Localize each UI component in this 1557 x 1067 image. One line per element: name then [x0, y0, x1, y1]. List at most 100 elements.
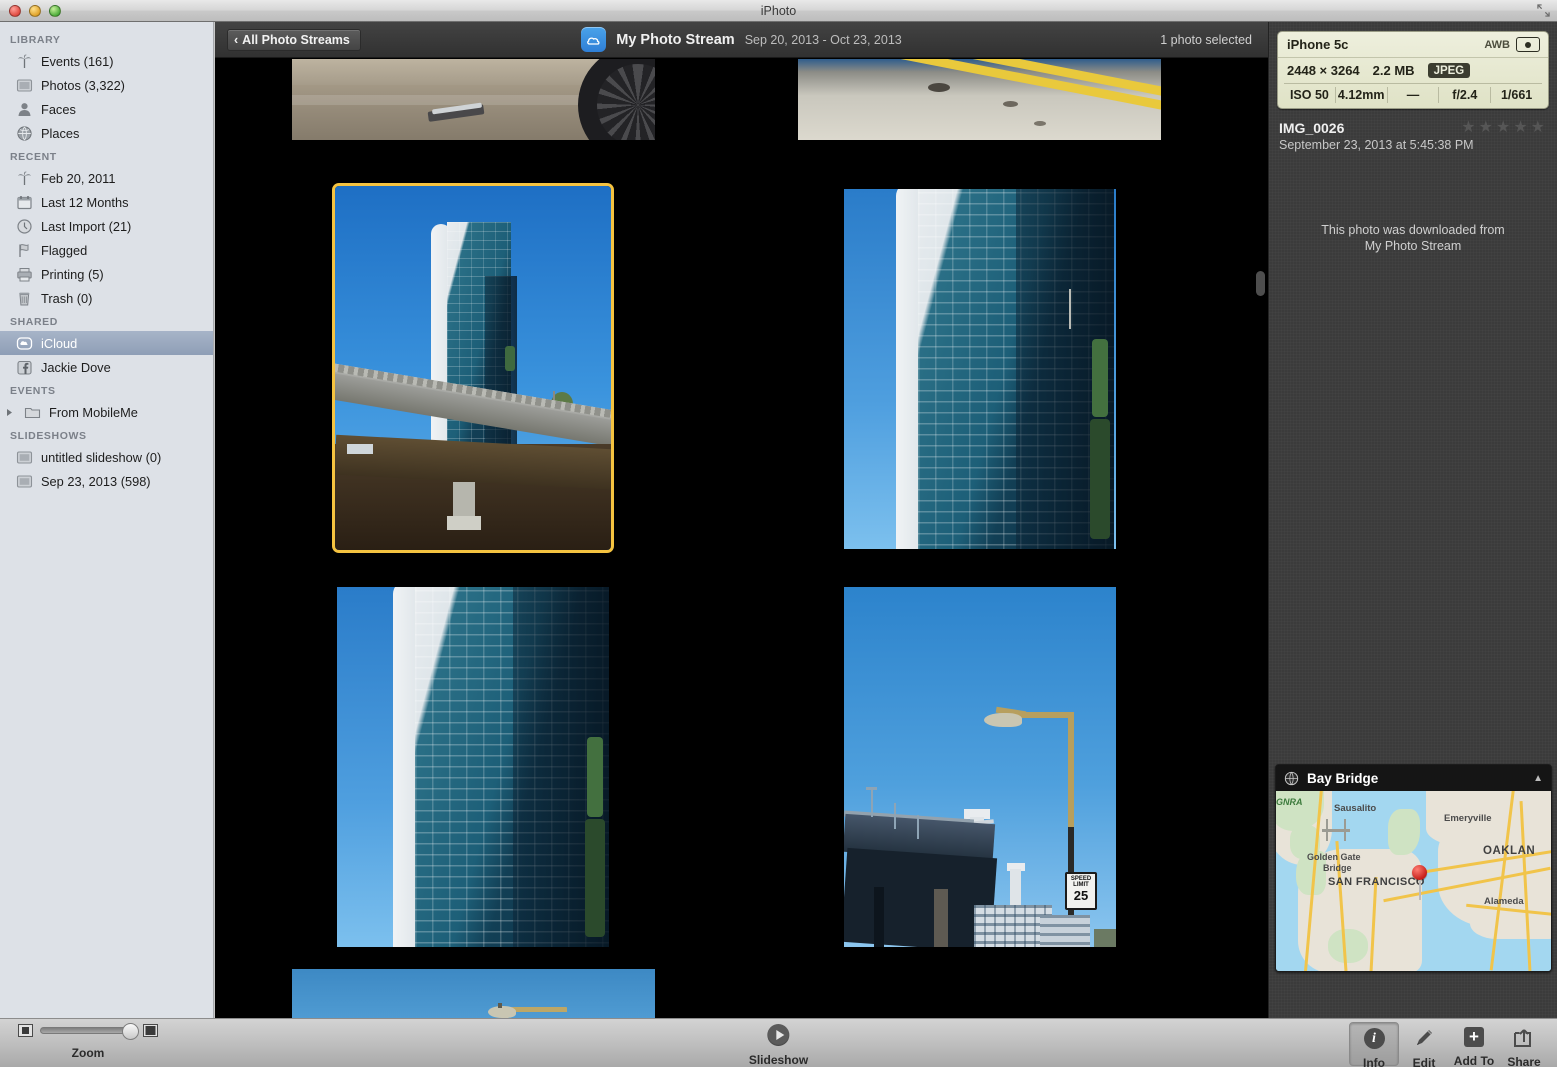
pin-needle: [1418, 880, 1421, 900]
exif-file-row: 2448 × 3264 2.2 MB JPEG: [1278, 58, 1548, 83]
scrollbar-thumb[interactable]: [1256, 271, 1265, 296]
sidebar-group-library: LIBRARY: [10, 34, 61, 46]
star-5[interactable]: ★: [1531, 120, 1545, 136]
sidebar-item-label: Photos (3,322): [41, 77, 125, 93]
edit-button-label: Edit: [1412, 1056, 1436, 1067]
exif-card: iPhone 5c AWB 2448 × 3264 2.2 MB JPEG IS…: [1277, 31, 1549, 109]
sidebar-group-events: EVENTS: [10, 385, 56, 397]
map-canvas[interactable]: GNRA Sausalito Emeryville OAKLAN Golden …: [1276, 791, 1551, 971]
plus-icon: +: [1464, 1027, 1484, 1047]
pencil-icon: [1413, 1027, 1435, 1049]
fullscreen-icon[interactable]: [1537, 4, 1550, 17]
share-button-label: Share: [1507, 1055, 1541, 1067]
star-rating[interactable]: ★ ★ ★ ★ ★: [1461, 120, 1545, 136]
sidebar[interactable]: LIBRARY Events (161) Photos (3,322) Face…: [0, 22, 214, 1018]
person-icon: [18, 102, 31, 116]
stream-date-range: Sep 20, 2013 - Oct 23, 2013: [744, 32, 902, 47]
sidebar-group-recent: RECENT: [10, 151, 57, 163]
photo-thumb-car-side-detail[interactable]: [292, 59, 655, 140]
sidebar-item-last-import[interactable]: Last Import (21): [0, 214, 213, 238]
icloud-icon: [16, 336, 33, 350]
sidebar-item-flagged[interactable]: Flagged: [0, 238, 213, 262]
photo-filename[interactable]: IMG_0026: [1279, 120, 1344, 136]
sidebar-group-shared: SHARED: [10, 316, 58, 328]
flag-icon: [19, 243, 29, 257]
photo-thumb-tower-closeup-right[interactable]: [844, 189, 1116, 549]
photo-thumb-tower-closeup-left[interactable]: [337, 587, 609, 947]
back-button-label: All Photo Streams: [242, 32, 350, 47]
photo-frame-icon: [16, 78, 33, 92]
zoom-slider-knob[interactable]: [122, 1022, 139, 1040]
info-button[interactable]: i Info: [1349, 1022, 1399, 1067]
zoom-control[interactable]: Zoom: [18, 1022, 158, 1060]
stream-toolbar: ‹ All Photo Streams My Photo Stream Sep …: [215, 22, 1268, 58]
exif-focal-length: 4.12mm: [1336, 87, 1388, 103]
sidebar-item-trash[interactable]: Trash (0): [0, 286, 213, 310]
add-to-button[interactable]: + Add To: [1449, 1022, 1499, 1067]
sidebar-item-from-mobileme[interactable]: From MobileMe: [0, 400, 213, 424]
white-balance-label: AWB: [1484, 38, 1510, 51]
sidebar-item-label: Jackie Dove: [41, 359, 111, 375]
download-note: This photo was downloaded from My Photo …: [1269, 222, 1557, 254]
photo-thumb-bay-bridge-streetlamp[interactable]: SPEED LIMIT 25: [844, 587, 1116, 947]
edit-button[interactable]: Edit: [1399, 1022, 1449, 1067]
star-3[interactable]: ★: [1496, 120, 1510, 136]
sidebar-item-sep-23-2013[interactable]: Sep 23, 2013 (598): [0, 469, 213, 493]
map-label-golden-gate: Golden Gate: [1307, 852, 1361, 862]
printer-icon: [17, 267, 32, 281]
location-map-panel[interactable]: Bay Bridge ▲ GNRA Sausalito Emeryville O…: [1275, 764, 1552, 972]
sidebar-item-label: Places: [41, 125, 80, 141]
chevron-up-icon[interactable]: ▲: [1533, 773, 1543, 784]
window-title: iPhoto: [760, 3, 797, 18]
sidebar-item-events[interactable]: Events (161): [0, 49, 213, 73]
map-label-san-francisco: SAN FRANCISCO: [1328, 876, 1425, 888]
sidebar-item-faces[interactable]: Faces: [0, 97, 213, 121]
sidebar-item-label: Printing (5): [41, 266, 104, 282]
sidebar-item-printing[interactable]: Printing (5): [0, 262, 213, 286]
sidebar-item-label: Flagged: [41, 242, 88, 258]
slideshow-button[interactable]: Slideshow: [749, 1024, 808, 1067]
exif-camera-row: iPhone 5c AWB: [1278, 32, 1548, 58]
slideshow-icon: [16, 474, 33, 488]
exif-exposure-bias: —: [1388, 87, 1440, 103]
star-2[interactable]: ★: [1479, 120, 1493, 136]
file-size: 2.2 MB: [1372, 63, 1415, 78]
all-photo-streams-back-button[interactable]: ‹ All Photo Streams: [227, 28, 361, 51]
large-thumbnail-icon[interactable]: [143, 1024, 158, 1037]
sidebar-item-label: Sep 23, 2013 (598): [41, 473, 151, 489]
calendar-icon: [17, 195, 32, 209]
folder-icon: [24, 407, 41, 418]
photo-title-row: IMG_0026 ★ ★ ★ ★ ★: [1269, 109, 1557, 137]
share-button[interactable]: Share: [1499, 1022, 1549, 1067]
star-1[interactable]: ★: [1461, 120, 1475, 136]
pin-head-icon: [1412, 865, 1427, 880]
chevron-left-icon: ‹: [234, 32, 239, 47]
camera-model: iPhone 5c: [1287, 37, 1349, 52]
info-button-label: Info: [1363, 1056, 1385, 1067]
exif-aperture: f/2.4: [1439, 87, 1492, 103]
disclosure-triangle-icon[interactable]: [5, 408, 14, 417]
map-label-alameda: Alameda: [1484, 896, 1524, 907]
small-thumbnail-icon[interactable]: [18, 1024, 33, 1037]
sidebar-item-untitled-slideshow[interactable]: untitled slideshow (0): [0, 445, 213, 469]
map-label-sausalito: Sausalito: [1334, 803, 1377, 814]
map-label-oakland: OAKLAN: [1483, 845, 1536, 857]
sidebar-item-label: Faces: [41, 101, 76, 117]
sidebar-item-last-12-months[interactable]: Last 12 Months: [0, 190, 213, 214]
photo-grid[interactable]: SPEED LIMIT 25: [215, 59, 1268, 1018]
zoom-slider[interactable]: [40, 1022, 139, 1040]
star-4[interactable]: ★: [1513, 120, 1527, 136]
sidebar-item-photos[interactable]: Photos (3,322): [0, 73, 213, 97]
play-icon: [767, 1024, 790, 1046]
map-location-pin[interactable]: [1412, 865, 1427, 900]
sidebar-item-icloud[interactable]: iCloud: [0, 331, 213, 355]
photo-thumb-tower-over-freeway[interactable]: [332, 183, 614, 553]
sidebar-item-places[interactable]: Places: [0, 121, 213, 145]
photo-thumb-streetlamp-partial[interactable]: [292, 969, 655, 1018]
photo-thumb-road-yellow-lines[interactable]: [798, 59, 1161, 140]
photo-grid-scrollbar[interactable]: [1253, 59, 1266, 1018]
sidebar-item-jackie-dove[interactable]: Jackie Dove: [0, 355, 213, 379]
sidebar-item-feb-20-2011[interactable]: Feb 20, 2011: [0, 166, 213, 190]
iphoto-window: iPhoto LIBRARY Events (161) Photos (3,32…: [0, 0, 1557, 1067]
exif-shutter-speed: 1/661: [1500, 88, 1533, 102]
